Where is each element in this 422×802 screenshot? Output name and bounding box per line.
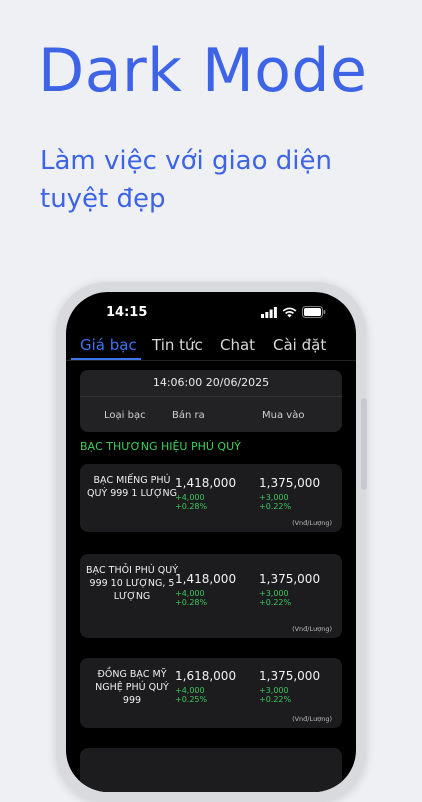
phone-screen: 14:15 Giá bạc Tin tức Chat Cài đặt 14:06… bbox=[66, 292, 356, 792]
column-header-buy: Mua vào bbox=[262, 410, 305, 421]
buy-change-percent: +0.22% bbox=[259, 695, 292, 704]
price-row[interactable] bbox=[80, 748, 342, 792]
product-name: ĐỒNG BẠC MỸ NGHỆ PHÚ QUÝ 999 bbox=[95, 669, 169, 706]
tab-chat[interactable]: Chat bbox=[220, 336, 255, 354]
buy-price: 1,375,000 bbox=[259, 669, 321, 683]
sell-change-percent: +0.25% bbox=[175, 695, 208, 704]
column-header-sell: Bán ra bbox=[172, 410, 205, 421]
tab-bar: Giá bạc Tin tức Chat Cài đặt bbox=[66, 330, 356, 361]
tab-gia-bac[interactable]: Giá bạc bbox=[80, 336, 137, 354]
buy-change: +3,000 bbox=[259, 493, 289, 502]
buy-price: 1,375,000 bbox=[259, 572, 321, 586]
sell-price: 1,418,000 bbox=[175, 572, 237, 586]
sell-change-percent: +0.28% bbox=[175, 502, 208, 511]
buy-change-percent: +0.22% bbox=[259, 598, 292, 607]
price-unit: (Vnđ/Lượng) bbox=[292, 715, 332, 723]
price-table-header: 14:06:00 20/06/2025 Loại bạc Bán ra Mua … bbox=[80, 370, 342, 432]
update-datetime: 14:06:00 20/06/2025 bbox=[152, 376, 270, 389]
status-time: 14:15 bbox=[106, 305, 148, 320]
column-header-type: Loại bạc bbox=[104, 410, 146, 421]
sell-price: 1,418,000 bbox=[175, 476, 237, 490]
sell-change: +4,000 bbox=[175, 686, 205, 695]
status-icons bbox=[261, 306, 326, 318]
product-name: BẠC MIẾNG PHÚ QUÝ 999 1 LƯỢNG bbox=[86, 475, 178, 499]
sell-price: 1,618,000 bbox=[175, 669, 237, 683]
section-title: BẠC THƯƠNG HIỆU PHÚ QUÝ bbox=[80, 440, 241, 453]
price-unit: (Vnđ/Lượng) bbox=[292, 625, 332, 633]
header-divider bbox=[80, 396, 342, 397]
hero-subtitle: Làm việc với giao diện tuyệt đẹp bbox=[40, 146, 332, 214]
sell-change: +4,000 bbox=[175, 589, 205, 598]
status-bar: 14:15 bbox=[66, 292, 356, 332]
product-name: BẠC THỎI PHÚ QUÝ 999 10 LƯỢNG, 5 LƯỢNG bbox=[86, 565, 178, 602]
price-row[interactable]: ĐỒNG BẠC MỸ NGHỆ PHÚ QUÝ 999 1,618,000 +… bbox=[80, 658, 342, 728]
battery-icon bbox=[302, 306, 326, 318]
tab-cai-dat[interactable]: Cài đặt bbox=[273, 336, 326, 354]
tab-tin-tuc[interactable]: Tin tức bbox=[152, 336, 203, 354]
buy-change-percent: +0.22% bbox=[259, 502, 292, 511]
wifi-icon bbox=[282, 307, 297, 317]
price-unit: (Vnđ/Lượng) bbox=[292, 519, 332, 527]
phone-side-button bbox=[361, 398, 367, 490]
price-row[interactable]: BẠC MIẾNG PHÚ QUÝ 999 1 LƯỢNG 1,418,000 … bbox=[80, 464, 342, 532]
buy-price: 1,375,000 bbox=[259, 476, 321, 490]
sell-change-percent: +0.28% bbox=[175, 598, 208, 607]
sell-change: +4,000 bbox=[175, 493, 205, 502]
price-row[interactable]: BẠC THỎI PHÚ QUÝ 999 10 LƯỢNG, 5 LƯỢNG 1… bbox=[80, 554, 342, 638]
tab-active-indicator bbox=[71, 358, 141, 360]
tab-divider bbox=[66, 360, 356, 361]
buy-change: +3,000 bbox=[259, 589, 289, 598]
buy-change: +3,000 bbox=[259, 686, 289, 695]
cellular-icon bbox=[261, 306, 277, 318]
hero-title: Dark Mode bbox=[38, 36, 368, 106]
